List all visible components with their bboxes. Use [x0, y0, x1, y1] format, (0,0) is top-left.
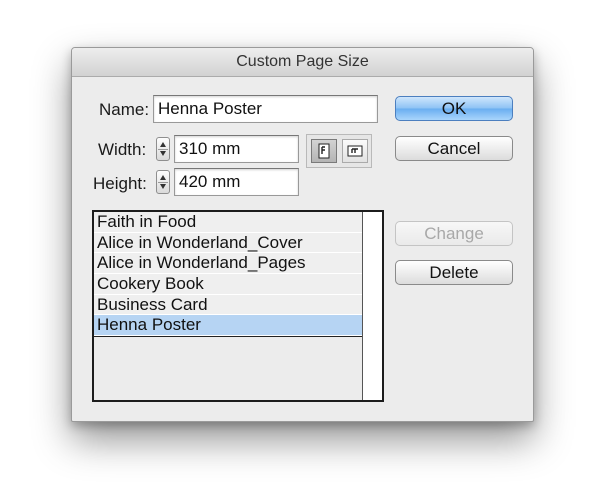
portrait-orientation-icon — [318, 143, 330, 159]
ok-button[interactable]: OK — [395, 96, 513, 121]
dialog-title: Custom Page Size — [72, 48, 533, 77]
landscape-orientation-icon — [347, 145, 363, 157]
page-size-preset-list[interactable]: Faith in Food Alice in Wonderland_Cover … — [92, 210, 384, 402]
height-label: Height: — [93, 174, 147, 193]
name-field[interactable]: Henna Poster — [153, 95, 378, 123]
list-item[interactable]: Faith in Food — [94, 212, 364, 233]
cancel-button[interactable]: Cancel — [395, 136, 513, 161]
height-field[interactable]: 420 mm — [174, 168, 299, 196]
increment-icon — [160, 175, 166, 180]
increment-icon — [160, 142, 166, 147]
list-item[interactable]: Alice in Wonderland_Cover — [94, 232, 364, 254]
list-item-selected[interactable]: Henna Poster — [94, 315, 364, 337]
name-label: Name: — [99, 100, 150, 119]
orientation-group — [306, 134, 372, 168]
portrait-orientation-button[interactable] — [311, 139, 337, 163]
list-item[interactable]: Business Card — [94, 294, 364, 316]
delete-button[interactable]: Delete — [395, 260, 513, 285]
list-item[interactable]: Alice in Wonderland_Pages — [94, 253, 364, 275]
width-stepper[interactable] — [156, 137, 170, 161]
decrement-icon — [160, 151, 166, 156]
change-button[interactable]: Change — [395, 221, 513, 246]
list-item[interactable]: Cookery Book — [94, 274, 364, 295]
custom-page-size-dialog: Custom Page Size Name: Henna Poster Widt… — [71, 47, 534, 422]
landscape-orientation-button[interactable] — [342, 139, 368, 163]
height-stepper[interactable] — [156, 170, 170, 194]
decrement-icon — [160, 184, 166, 189]
width-field[interactable]: 310 mm — [174, 135, 299, 163]
list-scrollbar[interactable] — [362, 212, 382, 400]
width-label: Width: — [98, 140, 147, 159]
preset-list-items: Faith in Food Alice in Wonderland_Cover … — [94, 212, 364, 337]
